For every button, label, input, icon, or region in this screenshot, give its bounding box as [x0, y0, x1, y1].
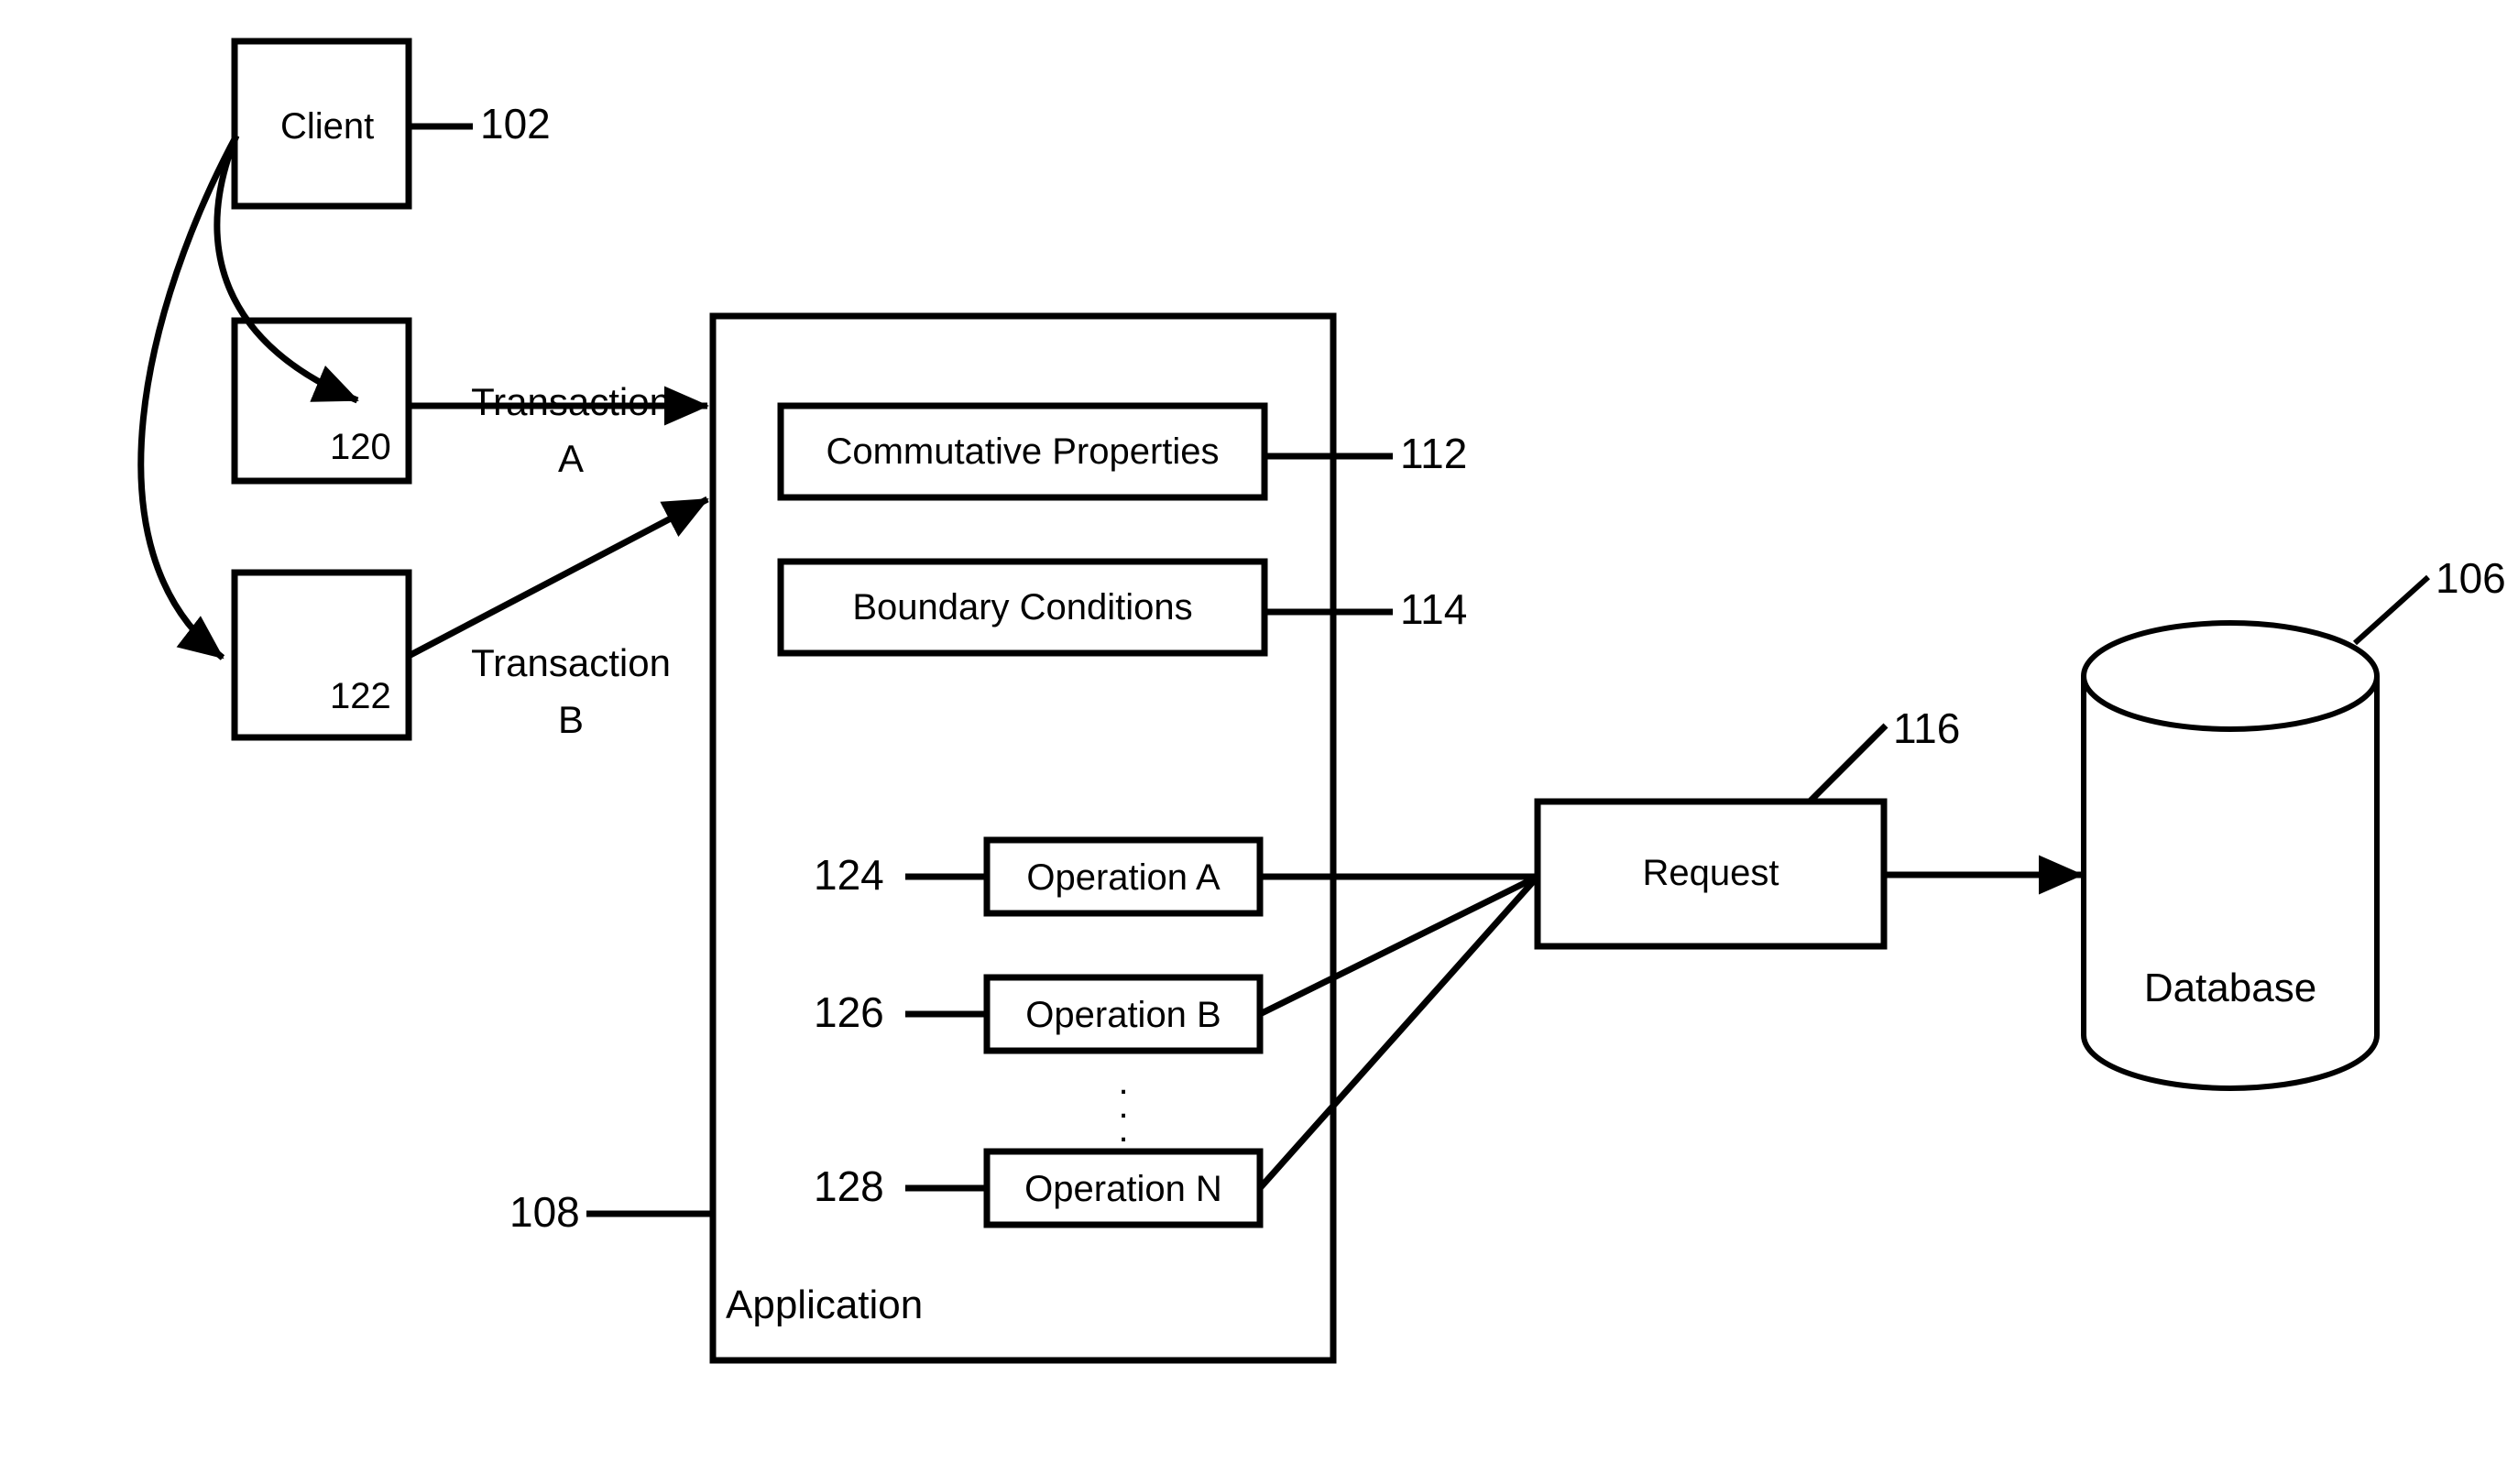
diagram-graphics: [137, 38, 2431, 1364]
operations-vertical-ellipsis-icon: ...: [1118, 1062, 1129, 1150]
commutative-properties-label: Commutative Properties: [826, 431, 1220, 472]
transaction-box-122-ref: 122: [330, 676, 391, 716]
ref-124: 124: [814, 851, 884, 899]
ref-108: 108: [509, 1188, 580, 1236]
operation-n-label: Operation N: [1024, 1169, 1222, 1209]
transaction-a-label-line1: Transaction: [471, 380, 671, 423]
boundary-conditions-label: Boundary Conditions: [852, 587, 1193, 627]
client-label: Client: [280, 106, 375, 147]
database-cylinder-top: [2081, 620, 2380, 732]
request-label: Request: [1642, 853, 1779, 893]
client-to-122-arrow: [137, 134, 240, 660]
operation-a-label: Operation A: [1026, 857, 1221, 898]
request-leader-line: [1807, 723, 1888, 804]
ref-126: 126: [814, 988, 884, 1036]
transaction-b-label-line2: B: [557, 698, 584, 741]
transaction-b-label-line1: Transaction: [471, 641, 671, 684]
transaction-box-120-ref: 120: [330, 427, 391, 467]
ref-112: 112: [1400, 430, 1468, 477]
database-label: Database: [2143, 966, 2317, 1010]
ref-102: 102: [480, 100, 551, 147]
ref-114: 114: [1400, 585, 1468, 633]
transaction-a-label-line2: A: [557, 437, 584, 480]
application-label: Application: [726, 1282, 924, 1327]
ref-106: 106: [2436, 554, 2506, 602]
ref-128: 128: [814, 1162, 884, 1210]
database-leader-line: [2352, 574, 2431, 646]
transaction-b-arrow: [407, 496, 709, 660]
operation-b-label: Operation B: [1025, 995, 1221, 1035]
ref-116: 116: [1893, 704, 1961, 752]
database-cylinder-body: [2081, 676, 2380, 1091]
figure-canvas: Client 102 120 122 Transaction A Transac…: [0, 0, 2518, 1484]
